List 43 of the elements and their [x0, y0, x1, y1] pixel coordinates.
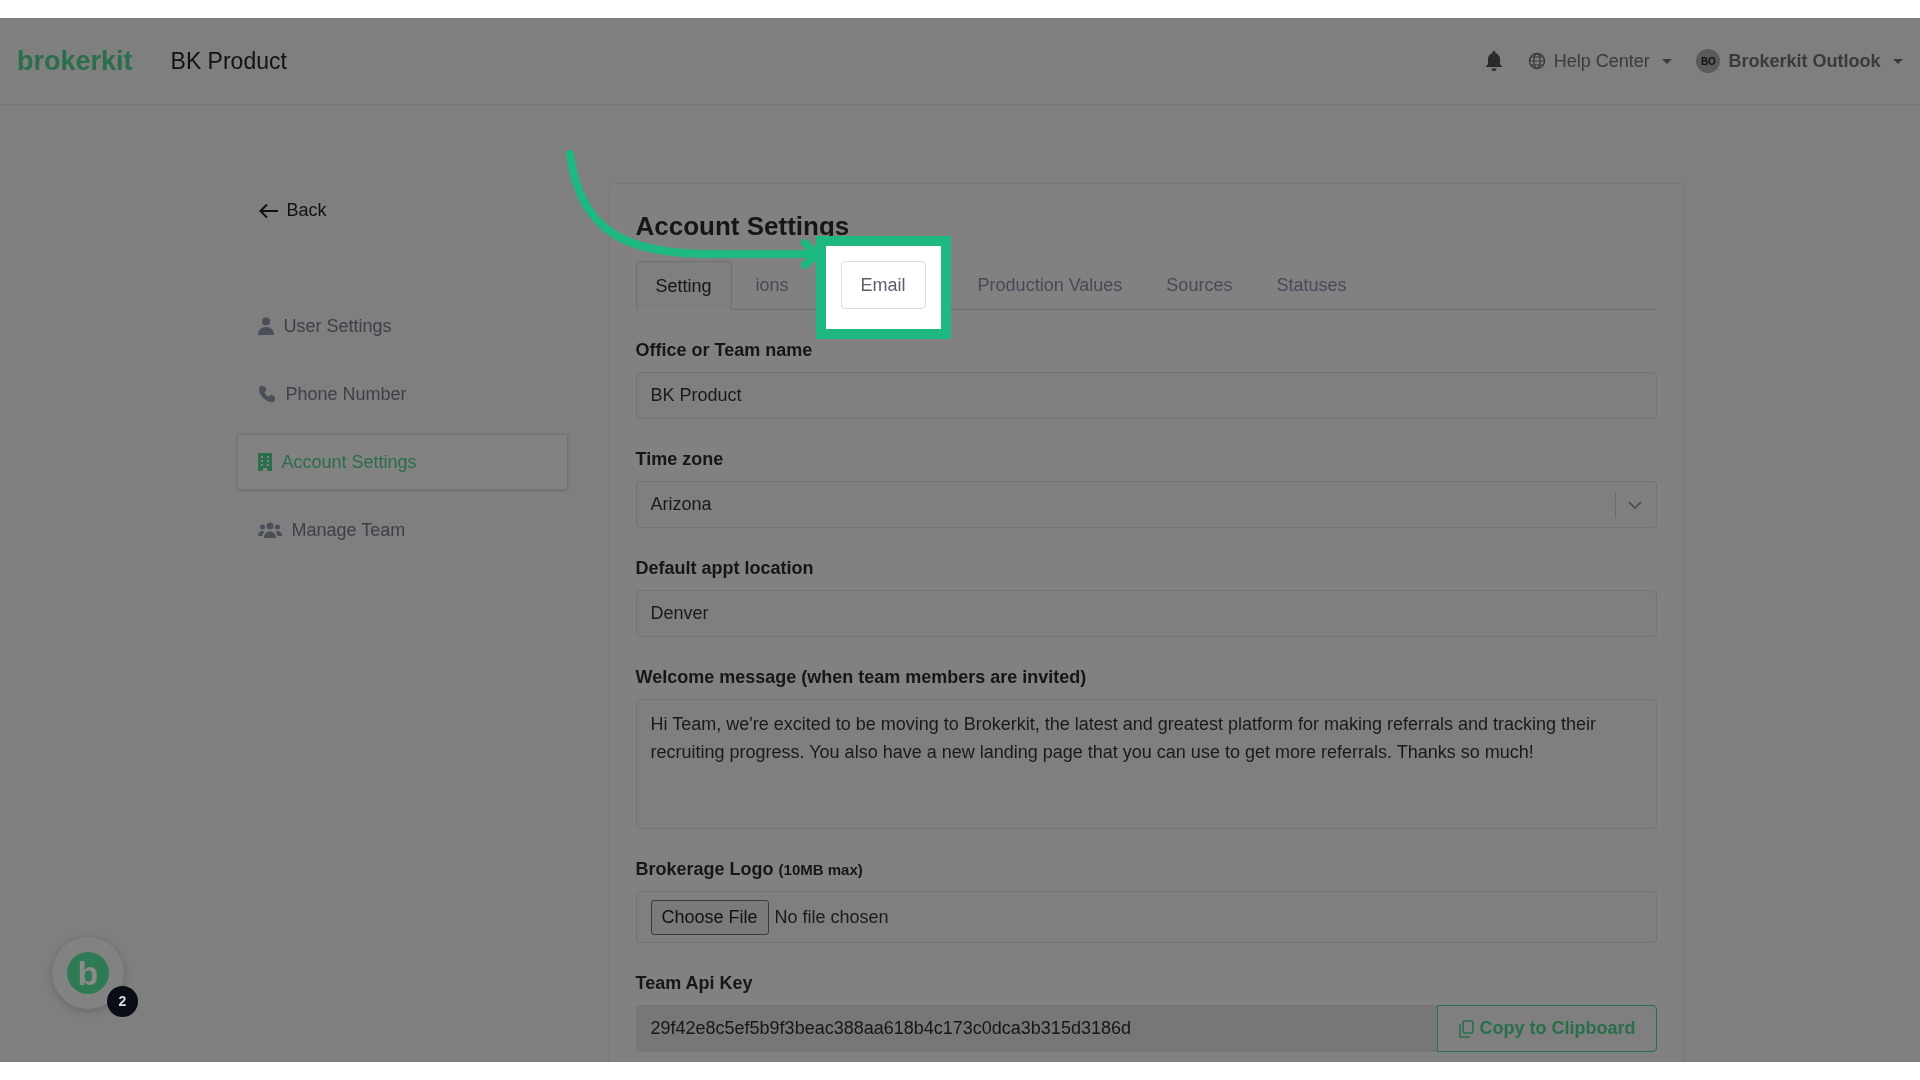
tab[interactable]: Setting — [635, 261, 732, 310]
file-status: No file chosen — [774, 905, 889, 929]
tab[interactable]: ions — [735, 261, 809, 309]
copy-icon — [1457, 1019, 1474, 1038]
sidebar-item[interactable]: User Settings — [236, 298, 568, 354]
sidebar-item[interactable]: Account Settings — [236, 434, 568, 490]
notification-badge: 2 — [107, 986, 138, 1017]
text-field[interactable]: Denver — [635, 590, 1657, 637]
building-icon — [257, 453, 272, 471]
field-label: Welcome message (when team members are invited) — [635, 666, 1088, 689]
help-center-menu[interactable]: Help Center — [1527, 47, 1673, 75]
chat-logo: b — [67, 952, 109, 994]
group-icon — [257, 522, 282, 538]
api-key-field[interactable]: 29f42e8c5ef5b9f3beac388aa618b4c173c0dca3b315d3186d — [635, 1005, 1437, 1052]
choose-file-button[interactable]: Choose File — [650, 899, 769, 935]
field-label: Office or Team name — [635, 339, 814, 362]
person-icon — [257, 317, 274, 335]
copy-button[interactable]: Copy to Clipboard — [1436, 1005, 1657, 1052]
field-label: Team Api Key — [635, 972, 754, 995]
tab[interactable]: Sources — [1146, 261, 1253, 309]
page-title: Account Settings — [635, 210, 851, 242]
field-label: Time zone — [635, 448, 725, 471]
phone-icon — [257, 385, 276, 403]
select-value: Arizona — [650, 493, 712, 516]
tab[interactable]: Email — [840, 261, 926, 309]
bell-icon — [1483, 50, 1504, 72]
select-field[interactable]: Arizona — [635, 481, 1657, 528]
chevron-down-icon — [1627, 500, 1642, 509]
tab[interactable]: Statuses — [1256, 261, 1367, 309]
message-textarea[interactable]: Hi Team, we're excited to be moving to Brokerkit, the latest and greatest platform for making referrals and tracking their recruiting progress. You also have a new landing page that you can use to get more referrals. Thanks so much! — [635, 699, 1657, 829]
sidebar-item[interactable]: Manage Team — [236, 502, 568, 558]
globe-icon — [1527, 52, 1546, 70]
brand-logo[interactable]: brokerkit — [17, 40, 133, 82]
field-label: Default appt location — [635, 557, 815, 580]
back-arrow-icon — [258, 202, 279, 219]
user-avatar: BO — [1696, 49, 1721, 73]
back-link[interactable]: Back — [236, 183, 568, 238]
text-field[interactable]: BK Product — [635, 372, 1657, 419]
field-label: Brokerage Logo (10MB max) — [635, 858, 864, 881]
tab[interactable]: Production Values — [957, 261, 1143, 309]
sidebar-item[interactable]: Phone Number — [236, 366, 568, 422]
workspace-name: BK Product — [170, 46, 287, 76]
user-menu[interactable]: BO Brokerkit Outlook — [1696, 47, 1903, 75]
